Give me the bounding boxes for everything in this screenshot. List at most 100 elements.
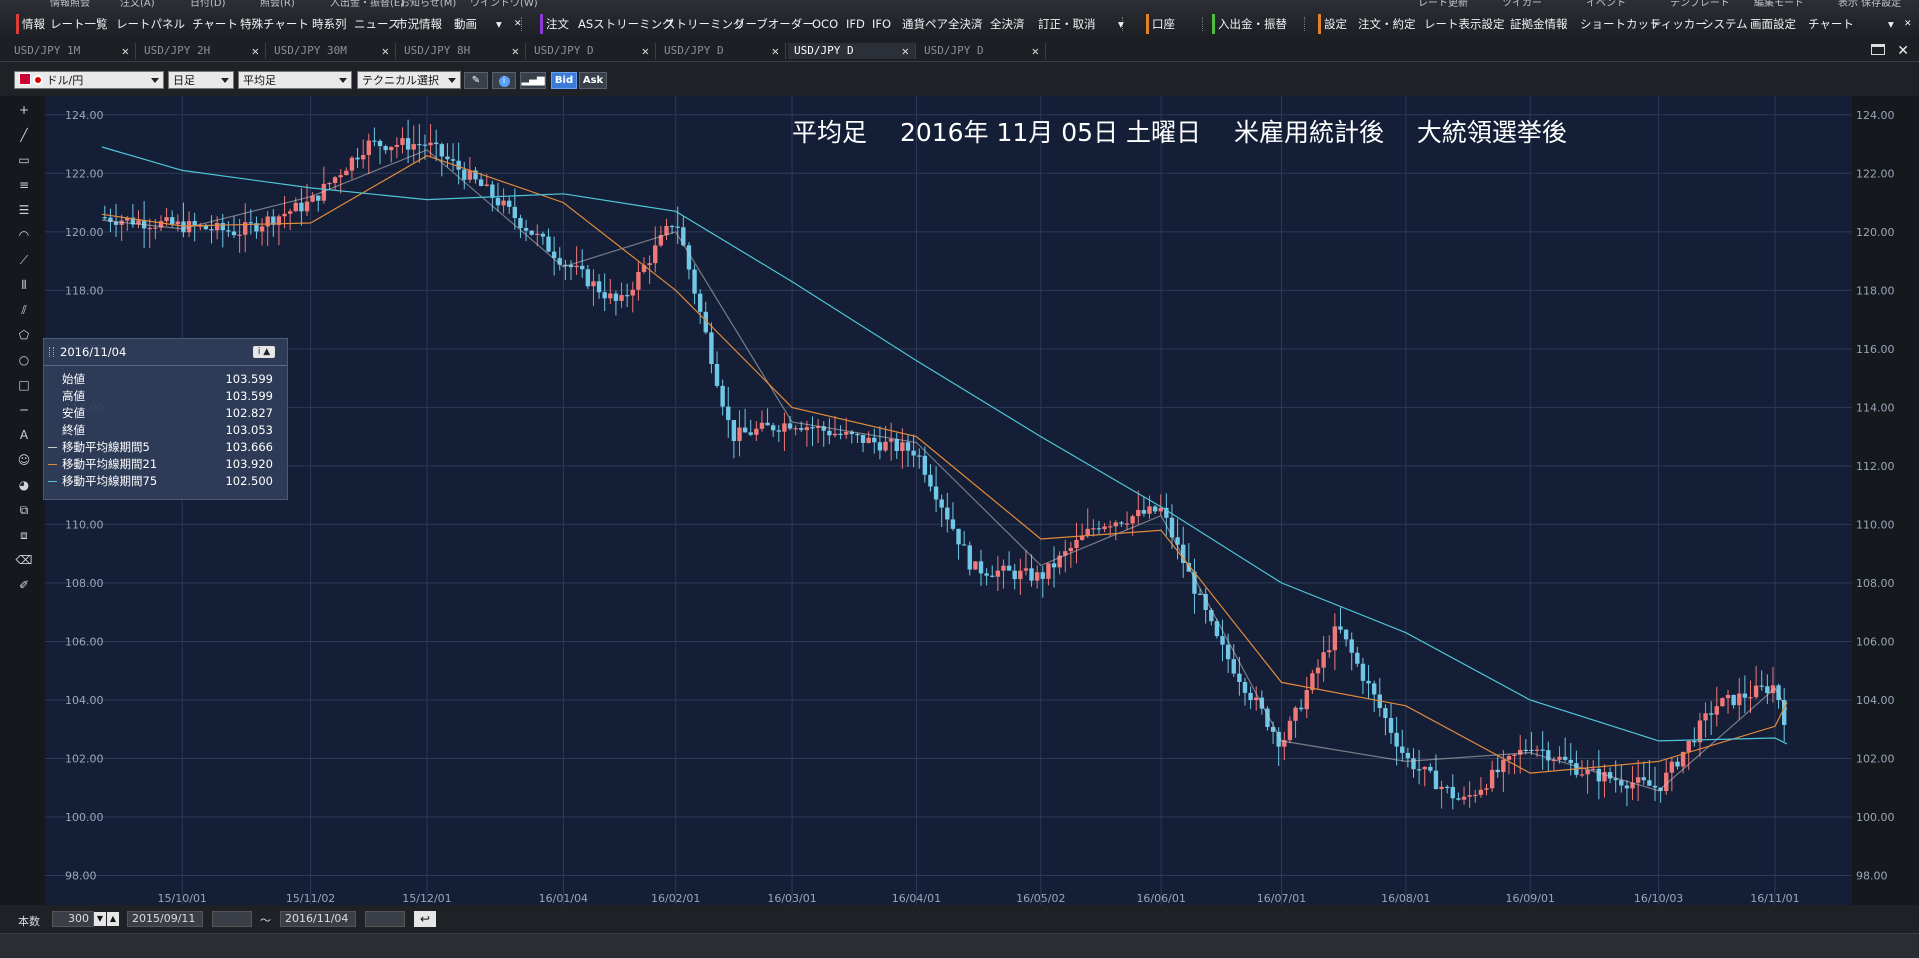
menu-item[interactable]: 時系列 [312, 14, 347, 34]
count-up-icon[interactable]: ▲ [107, 912, 119, 926]
ruler-icon[interactable]: ▭ [13, 150, 35, 170]
menu-dropdown-icon[interactable]: ▾ [496, 14, 502, 34]
menu-item[interactable]: レート表示設定 [1424, 14, 1505, 34]
menu-item[interactable]: 市況情報 [396, 14, 442, 34]
maximize-icon[interactable] [1871, 44, 1885, 55]
currency-pair-select[interactable]: ドル/円 [14, 71, 164, 89]
chart-area[interactable]: 124.00 124.00 122.00 122.00 120.00 120.00 118.… [40, 96, 1919, 909]
vlines-icon[interactable]: ⦀ [13, 275, 35, 295]
chart-tab[interactable]: USD/JPY 1M ✕ [8, 43, 136, 59]
menu-item[interactable]: 動画 [454, 14, 477, 34]
ask-button[interactable]: Ask [579, 72, 607, 89]
menu-item[interactable]: IFO [872, 14, 891, 34]
to-date-input[interactable]: 2016/11/04 [280, 911, 356, 927]
crosshair-icon[interactable]: + [13, 100, 35, 120]
copy-icon[interactable]: ⧉ [13, 500, 35, 520]
top-right-badge[interactable]: レート更新 [1418, 0, 1468, 14]
menu-item[interactable]: 証拠金情報 [1510, 14, 1568, 34]
tab-close-icon[interactable]: ✕ [252, 43, 259, 59]
top-menu-item[interactable]: 入出金・振替(E) [330, 0, 404, 14]
top-menu-item[interactable]: お知らせ(M) [400, 0, 456, 14]
menu-item[interactable]: 画面設定 [1750, 14, 1796, 34]
info-icon[interactable]: i [492, 72, 516, 89]
from-time-input[interactable] [212, 911, 252, 927]
top-menu-item[interactable]: 情報照会 [50, 0, 90, 14]
tab-close-icon[interactable]: ✕ [902, 43, 909, 59]
menu-item[interactable]: 全決済 [990, 14, 1025, 34]
technical-select[interactable]: テクニカル選択 [357, 71, 461, 89]
hlines-dense-icon[interactable]: ☰ [13, 200, 35, 220]
menu-item[interactable]: ニュース [354, 14, 399, 34]
tab-close-icon[interactable]: ✕ [512, 43, 519, 59]
chart-tab[interactable]: USD/JPY D ✕ [658, 43, 786, 59]
tab-close-icon[interactable]: ✕ [1032, 43, 1039, 59]
top-menu-item[interactable]: 照会(R) [260, 0, 295, 14]
menu-item[interactable]: 通貨ペア全決済 [902, 14, 983, 34]
top-menu-item[interactable]: ウインドウ(W) [470, 0, 538, 14]
menu-item[interactable]: 訂正・取消 [1038, 14, 1096, 34]
face-icon[interactable]: ☺ [13, 450, 35, 470]
timeframe-select[interactable]: 日足 [168, 71, 234, 89]
menu-dropdown-icon[interactable]: ▾ [1118, 14, 1124, 34]
chart-tab[interactable]: USD/JPY 2H ✕ [138, 43, 266, 59]
circle-icon[interactable]: ○ [13, 350, 35, 370]
menu-item[interactable]: 特殊チャート [240, 14, 309, 34]
menu-item[interactable]: OCO [812, 14, 838, 34]
top-menu-item[interactable]: 注文(A) [120, 0, 155, 14]
menu-item[interactable]: ASストリーミング [578, 14, 674, 34]
chart-tab[interactable]: USD/JPY 8H ✕ [398, 43, 526, 59]
eraser-all-icon[interactable]: ✐ [13, 575, 35, 595]
menu-item[interactable]: ティッカー [1650, 14, 1707, 34]
menu-item[interactable]: 情報 [16, 14, 45, 34]
tab-close-icon[interactable]: ✕ [122, 43, 129, 59]
menu-item[interactable]: 注文・約定 [1358, 14, 1416, 34]
rectangle-icon[interactable]: □ [13, 375, 35, 395]
top-right-badge[interactable]: 表示 保存設定 [1838, 0, 1901, 14]
count-down-icon[interactable]: ▼ [94, 912, 106, 926]
tab-close-icon[interactable]: ✕ [772, 43, 779, 59]
close-window-icon[interactable]: ✕ [1897, 41, 1909, 61]
bid-button[interactable]: Bid [551, 72, 577, 89]
menu-item[interactable]: 入出金・振替 [1212, 14, 1287, 34]
pentagon-icon[interactable]: ⬠ [13, 325, 35, 345]
text-icon[interactable]: A [13, 425, 35, 445]
menu-item[interactable]: システム [1702, 14, 1748, 34]
from-date-input[interactable]: 2015/09/11 [127, 911, 203, 927]
duplicate-icon[interactable]: ⧈ [13, 525, 35, 545]
fan-icon[interactable]: ⟋ [13, 250, 35, 270]
top-right-badge[interactable]: ツイカー [1502, 0, 1542, 14]
menu-close-icon[interactable]: ✕ [1904, 14, 1912, 34]
drag-handle-icon[interactable] [49, 347, 54, 357]
menu-item[interactable]: 口座 [1146, 14, 1175, 34]
paint-icon[interactable]: ◕ [13, 475, 35, 495]
menu-item[interactable]: ストリーミング [664, 14, 745, 34]
chart-tab[interactable]: USD/JPY D ✕ [788, 43, 916, 59]
chart-type-select[interactable]: 平均足 [238, 71, 352, 89]
top-right-badge[interactable]: テンプレート [1670, 0, 1730, 14]
to-time-input[interactable] [365, 911, 405, 927]
menu-item[interactable]: チャート [192, 14, 238, 34]
tab-close-icon[interactable]: ✕ [642, 43, 649, 59]
top-right-badge[interactable]: イベント [1586, 0, 1626, 14]
menu-item[interactable]: IFD [846, 14, 865, 34]
hlines-icon[interactable]: ≡ [13, 175, 35, 195]
pen-icon[interactable]: ✎ [464, 72, 488, 89]
channel-icon[interactable]: ⫽ [13, 300, 35, 320]
tab-close-icon[interactable]: ✕ [382, 43, 389, 59]
chart-tab[interactable]: USD/JPY D ✕ [528, 43, 656, 59]
arc-icon[interactable]: ◠ [13, 225, 35, 245]
menu-item[interactable]: 設定 [1318, 14, 1347, 34]
info-toggle-icon[interactable]: i ▲ [253, 346, 275, 358]
return-latest-button[interactable]: ↩ [414, 911, 436, 927]
menu-item[interactable]: リーブオーダー [734, 14, 814, 34]
menu-item[interactable]: レート一覧 [50, 14, 108, 34]
top-menu-item[interactable]: 日付(D) [190, 0, 226, 14]
top-right-badge[interactable]: 編集モード [1754, 0, 1804, 14]
menu-dropdown-icon[interactable]: ▾ [1888, 14, 1894, 34]
menu-item[interactable]: 注文 [540, 14, 569, 34]
hline-icon[interactable]: ─ [13, 400, 35, 420]
chart-tab[interactable]: USD/JPY D ✕ [918, 43, 1046, 59]
menu-close-icon[interactable]: ✕ [514, 14, 522, 34]
eraser-icon[interactable]: ⌫ [13, 550, 35, 570]
menu-item[interactable]: ショートカット [1580, 14, 1661, 34]
